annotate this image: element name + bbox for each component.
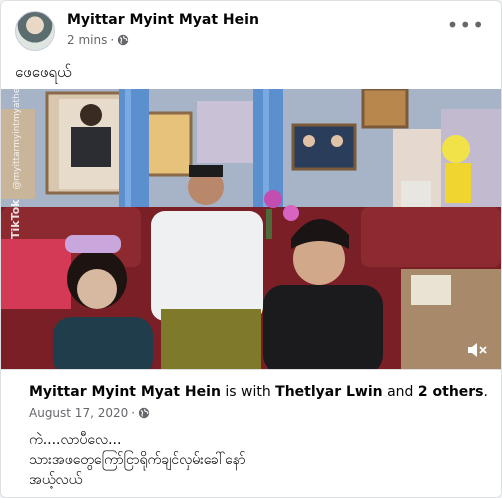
post-header: Myittar Myint Myat Hein 2 mins · •••	[15, 11, 485, 51]
shared-author[interactable]: Myittar Myint Myat Hein	[29, 384, 221, 400]
post-card: Myittar Myint Myat Hein 2 mins · ••• ဖေဖ…	[0, 0, 502, 498]
shared-text-line-3: အယ့်လယ်	[29, 472, 83, 488]
speaker-muted-icon[interactable]	[467, 341, 487, 359]
video-player[interactable]: TikTok @myittarmyintmyathein	[1, 89, 501, 369]
tagged-others[interactable]: 2 others	[418, 384, 484, 400]
globe-icon	[138, 407, 150, 419]
more-options-icon[interactable]: •••	[447, 15, 485, 35]
video-frame	[1, 89, 501, 369]
globe-icon	[117, 34, 129, 46]
post-time[interactable]: 2 mins	[67, 33, 107, 47]
tiktok-watermark: TikTok @myittarmyintmyathein	[9, 89, 22, 239]
shared-header: Myittar Myint Myat Hein is with Thetlyar…	[29, 384, 488, 400]
shared-text-line-1: ကဲ....လာပီလေ...	[29, 432, 122, 448]
author-name[interactable]: Myittar Myint Myat Hein	[67, 12, 259, 28]
tagged-person[interactable]: Thetlyar Lwin	[275, 384, 382, 400]
avatar[interactable]	[15, 11, 55, 51]
shared-post[interactable]: Myittar Myint Myat Hein is with Thetlyar…	[1, 369, 501, 497]
shared-text-line-2: သားအဖတွေကြော်ငြာရိုက်ချင်လှမ်းခေါ်နော်	[29, 452, 246, 468]
post-caption: ဖေဖေရယ်	[15, 63, 72, 81]
shared-meta: August 17, 2020 ·	[29, 406, 150, 420]
shared-date[interactable]: August 17, 2020	[29, 406, 128, 420]
post-meta: 2 mins ·	[67, 33, 129, 47]
